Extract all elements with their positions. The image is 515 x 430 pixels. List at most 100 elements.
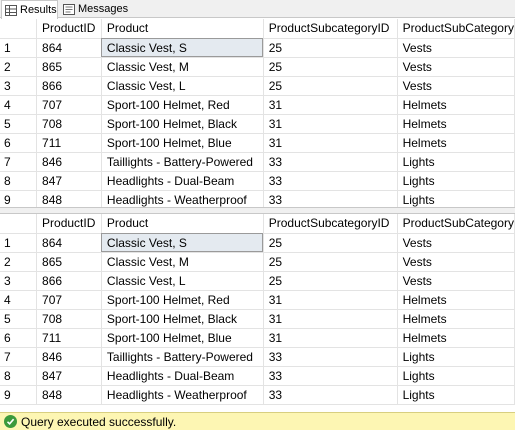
column-header[interactable]: ProductID xyxy=(36,214,102,234)
grid-splitter[interactable] xyxy=(0,207,515,214)
table-cell[interactable]: Helmets xyxy=(397,133,515,153)
table-cell[interactable]: Sport-100 Helmet, Black xyxy=(101,114,264,134)
table-cell[interactable]: 31 xyxy=(263,133,398,153)
row-number[interactable]: 8 xyxy=(0,171,38,191)
table-cell[interactable]: Sport-100 Helmet, Red xyxy=(101,290,264,310)
table-cell[interactable]: 25 xyxy=(263,38,398,58)
row-number[interactable]: 2 xyxy=(0,252,38,272)
row-number[interactable]: 9 xyxy=(0,385,38,405)
table-cell[interactable]: 25 xyxy=(263,233,398,253)
column-header[interactable]: ProductSubcategoryID xyxy=(263,19,398,39)
table-cell[interactable]: Helmets xyxy=(397,95,515,115)
row-number[interactable]: 7 xyxy=(0,347,38,367)
table-cell[interactable]: Classic Vest, L xyxy=(101,271,264,291)
table-cell[interactable]: 25 xyxy=(263,252,398,272)
table-cell[interactable]: 25 xyxy=(263,271,398,291)
table-cell[interactable]: Helmets xyxy=(397,114,515,134)
corner-header[interactable] xyxy=(0,19,38,39)
table-cell[interactable]: Helmets xyxy=(397,309,515,329)
table-cell[interactable]: 707 xyxy=(36,95,102,115)
table-cell[interactable]: Helmets xyxy=(397,290,515,310)
table-cell[interactable]: Vests xyxy=(397,76,515,96)
table-cell[interactable]: Lights xyxy=(397,385,515,405)
table-cell[interactable]: Vests xyxy=(397,233,515,253)
table-cell[interactable]: 711 xyxy=(36,133,102,153)
table-cell[interactable]: 707 xyxy=(36,290,102,310)
table-cell[interactable]: 866 xyxy=(36,76,102,96)
table-cell[interactable]: 848 xyxy=(36,190,102,207)
row-number[interactable]: 1 xyxy=(0,233,38,253)
table-cell[interactable]: 25 xyxy=(263,76,398,96)
table-cell[interactable]: 847 xyxy=(36,171,102,191)
table-cell[interactable]: Lights xyxy=(397,190,515,207)
table-cell[interactable]: 31 xyxy=(263,328,398,348)
row-number[interactable]: 3 xyxy=(0,271,38,291)
table-cell[interactable]: 31 xyxy=(263,95,398,115)
table-cell[interactable]: Classic Vest, S xyxy=(101,38,264,58)
table-cell[interactable]: 866 xyxy=(36,271,102,291)
row-number[interactable]: 1 xyxy=(0,38,38,58)
table-cell[interactable]: Sport-100 Helmet, Blue xyxy=(101,328,264,348)
table-cell[interactable]: Vests xyxy=(397,252,515,272)
column-header[interactable]: ProductID xyxy=(36,19,102,39)
row-number[interactable]: 9 xyxy=(0,190,38,207)
table-cell[interactable]: 847 xyxy=(36,366,102,386)
results-grid-2[interactable]: ProductID Product ProductSubcategoryID Prod… xyxy=(0,214,515,412)
row-number[interactable]: 4 xyxy=(0,290,38,310)
corner-header[interactable] xyxy=(0,214,38,234)
row-number[interactable]: 6 xyxy=(0,133,38,153)
table-cell[interactable]: Vests xyxy=(397,38,515,58)
table-cell[interactable]: Classic Vest, S xyxy=(101,233,264,253)
table-cell[interactable]: Lights xyxy=(397,171,515,191)
table-cell[interactable]: 31 xyxy=(263,290,398,310)
table-cell[interactable]: 864 xyxy=(36,233,102,253)
row-number[interactable]: 7 xyxy=(0,152,38,172)
table-cell[interactable]: Headlights - Dual-Beam xyxy=(101,366,264,386)
row-number[interactable]: 8 xyxy=(0,366,38,386)
table-cell[interactable]: 33 xyxy=(263,385,398,405)
table-cell[interactable]: Headlights - Dual-Beam xyxy=(101,171,264,191)
table-cell[interactable]: 846 xyxy=(36,347,102,367)
table-cell[interactable]: 33 xyxy=(263,190,398,207)
table-cell[interactable]: Sport-100 Helmet, Black xyxy=(101,309,264,329)
column-header[interactable]: ProductSubCategory xyxy=(397,214,515,234)
column-header[interactable]: Product xyxy=(101,214,264,234)
table-cell[interactable]: Lights xyxy=(397,366,515,386)
table-cell[interactable]: 865 xyxy=(36,252,102,272)
table-cell[interactable]: 25 xyxy=(263,57,398,77)
table-cell[interactable]: Helmets xyxy=(397,328,515,348)
table-cell[interactable]: 865 xyxy=(36,57,102,77)
row-number[interactable]: 2 xyxy=(0,57,38,77)
column-header[interactable]: ProductSubCategory xyxy=(397,19,515,39)
tab-messages[interactable]: Messages xyxy=(60,0,130,18)
row-number[interactable]: 5 xyxy=(0,309,38,329)
table-cell[interactable]: Sport-100 Helmet, Blue xyxy=(101,133,264,153)
table-cell[interactable]: Vests xyxy=(397,271,515,291)
table-cell[interactable]: Headlights - Weatherproof xyxy=(101,190,264,207)
table-cell[interactable]: Taillights - Battery-Powered xyxy=(101,347,264,367)
table-cell[interactable]: 33 xyxy=(263,152,398,172)
table-cell[interactable]: Headlights - Weatherproof xyxy=(101,385,264,405)
table-cell[interactable]: Classic Vest, L xyxy=(101,76,264,96)
table-cell[interactable]: 864 xyxy=(36,38,102,58)
table-cell[interactable]: 846 xyxy=(36,152,102,172)
table-cell[interactable]: 33 xyxy=(263,347,398,367)
table-cell[interactable]: 848 xyxy=(36,385,102,405)
table-cell[interactable]: 33 xyxy=(263,171,398,191)
table-cell[interactable]: 31 xyxy=(263,114,398,134)
table-cell[interactable]: Taillights - Battery-Powered xyxy=(101,152,264,172)
row-number[interactable]: 5 xyxy=(0,114,38,134)
tab-results[interactable]: Results xyxy=(1,0,58,19)
row-number[interactable]: 6 xyxy=(0,328,38,348)
row-number[interactable]: 4 xyxy=(0,95,38,115)
results-grid-1[interactable]: ProductID Product ProductSubcategoryID Prod… xyxy=(0,19,515,207)
table-cell[interactable]: 31 xyxy=(263,309,398,329)
table-cell[interactable]: 711 xyxy=(36,328,102,348)
table-cell[interactable]: 708 xyxy=(36,114,102,134)
table-cell[interactable]: Lights xyxy=(397,152,515,172)
row-number[interactable]: 3 xyxy=(0,76,38,96)
table-cell[interactable]: 33 xyxy=(263,366,398,386)
table-cell[interactable]: Vests xyxy=(397,57,515,77)
table-cell[interactable]: Classic Vest, M xyxy=(101,57,264,77)
table-cell[interactable]: 708 xyxy=(36,309,102,329)
